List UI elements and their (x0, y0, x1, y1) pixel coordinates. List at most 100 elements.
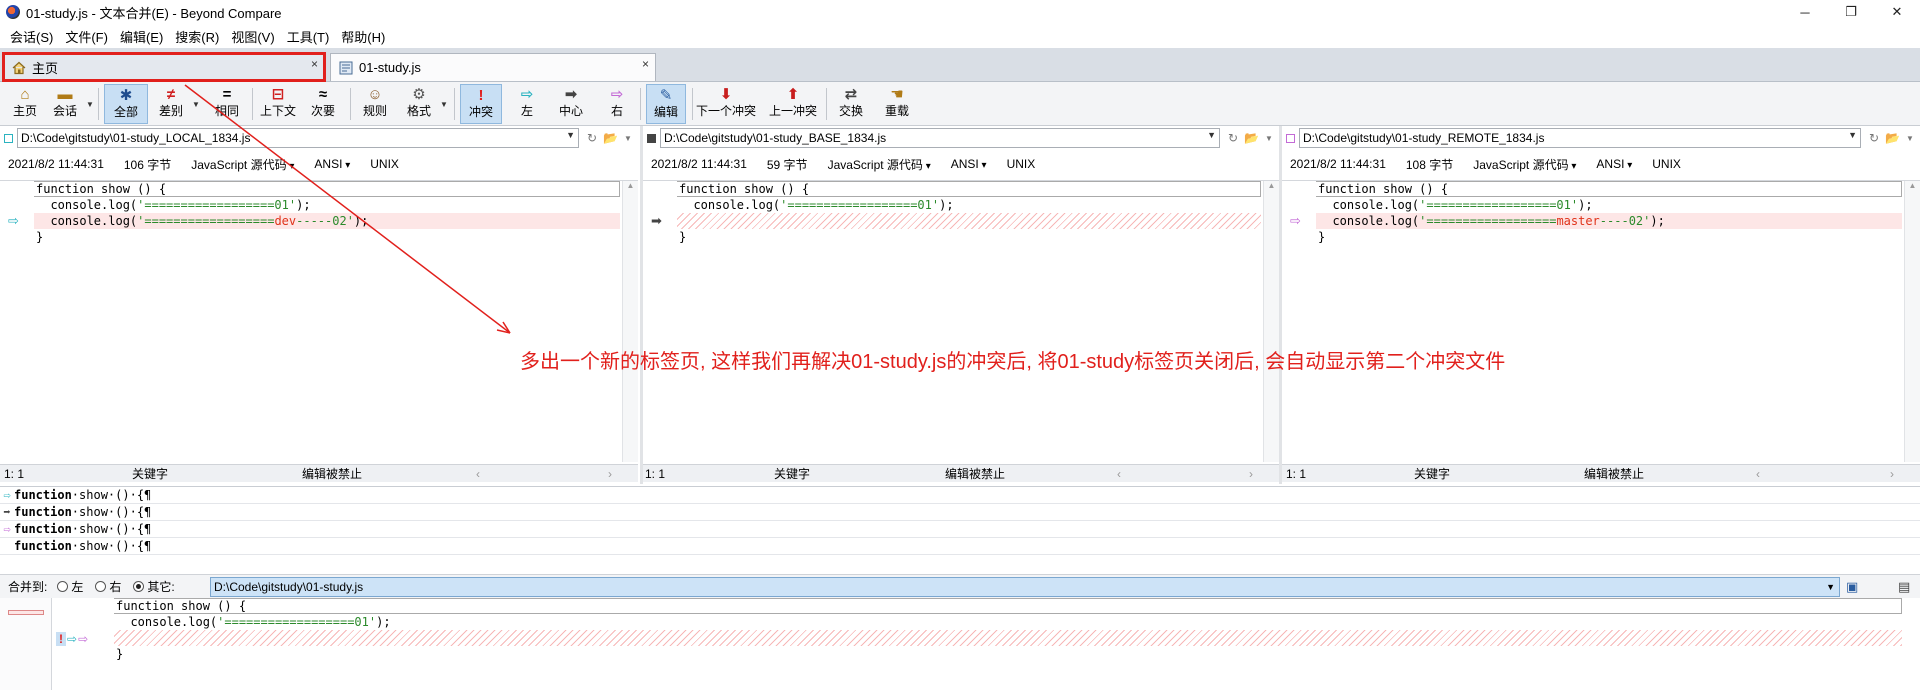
base-info-row: 2021/8/2 11:44:31 59 字节 JavaScript 源代码 A… (643, 154, 1279, 174)
take-left-small-icon[interactable]: ⇨ (67, 632, 77, 646)
minor-button[interactable]: ≈ 次要 (306, 84, 340, 124)
tab-home[interactable]: 主页 × (2, 52, 326, 82)
recent-icon[interactable]: ↻ (1228, 131, 1238, 145)
encoding-select[interactable]: ANSI (951, 157, 987, 171)
open-folder-icon[interactable]: 📂 (1885, 131, 1900, 145)
menu-edit[interactable]: 编辑(E) (114, 27, 169, 46)
conflict-actions: ! ⇨ ⇨ (56, 632, 88, 646)
minimize-button[interactable]: ─ (1782, 0, 1828, 24)
vertical-scrollbar[interactable]: ▲ (1904, 181, 1920, 462)
menu-search[interactable]: 搜索(R) (169, 27, 225, 46)
path-dropdown-icon[interactable]: ▼ (566, 130, 575, 140)
format-select[interactable]: JavaScript 源代码 (828, 156, 931, 173)
filter-diffs-button[interactable]: ≠ 差别 (154, 84, 188, 124)
scroll-right-icon[interactable]: › (1249, 467, 1253, 481)
overview-line-remote[interactable]: ⇨ function ·show·()·{¶ (0, 521, 1920, 538)
menu-view[interactable]: 视图(V) (225, 27, 280, 46)
merge-right-radio[interactable]: 右 (95, 578, 121, 595)
menu-help[interactable]: 帮助(H) (335, 27, 391, 46)
filter-all-button[interactable]: ✱ 全部 (104, 84, 148, 124)
conflict-exclamation-icon[interactable]: ! (56, 632, 66, 646)
take-right-button[interactable]: ⇨ 右 (600, 84, 634, 124)
filter-same-button[interactable]: = 相同 (210, 84, 244, 124)
take-right-small-icon[interactable]: ⇨ (78, 632, 88, 646)
overview-line-local[interactable]: ⇨ function ·show·()·{¶ (0, 487, 1920, 504)
vertical-scrollbar[interactable]: ▲ (622, 181, 638, 462)
context-button[interactable]: ⊟ 上下文 (258, 84, 298, 124)
menu-session[interactable]: 会话(S) (4, 27, 59, 46)
local-info-row: 2021/8/2 11:44:31 106 字节 JavaScript 源代码 … (0, 154, 638, 174)
close-window-button[interactable]: ✕ (1874, 0, 1920, 24)
edit-button[interactable]: ✎ 编辑 (646, 84, 686, 124)
remote-info-row: 2021/8/2 11:44:31 108 字节 JavaScript 源代码 … (1282, 154, 1920, 174)
merge-left-radio[interactable]: 左 (57, 578, 83, 595)
recent-icon[interactable]: ↻ (587, 131, 597, 145)
merge-path-input[interactable]: D:\Code\gitstudy\01-study.js ▼ (210, 577, 1840, 597)
tab-home-close-icon[interactable]: × (311, 57, 318, 71)
format-select[interactable]: JavaScript 源代码 (1473, 156, 1576, 173)
local-path-input[interactable]: D:\Code\gitstudy\01-study_LOCAL_1834.js … (17, 128, 579, 148)
base-code-view[interactable]: ➡ function show () { console.log('======… (643, 180, 1279, 462)
scroll-right-icon[interactable]: › (608, 467, 612, 481)
take-left-arrow-icon[interactable]: ⇨ (8, 213, 22, 229)
overview-line-base[interactable]: ➡ function ·show·()·{¶ (0, 504, 1920, 521)
merge-output-view[interactable]: ! ⇨ ⇨ function show () { console.log('==… (0, 598, 1920, 690)
merge-other-radio[interactable]: 其它: (133, 578, 175, 595)
code-line-missing (677, 213, 1261, 229)
arrow-down-red-icon: ⬇ (719, 86, 733, 103)
open-folder-icon[interactable]: 📂 (1244, 131, 1259, 145)
remote-path-input[interactable]: D:\Code\gitstudy\01-study_REMOTE_1834.js… (1299, 128, 1861, 148)
tab-01-study[interactable]: 01-study.js × (330, 53, 656, 81)
open-dropdown-icon[interactable]: ▼ (624, 134, 632, 143)
equal-icon: = (222, 85, 232, 103)
merge-to-label: 合并到: (8, 580, 48, 594)
vertical-scrollbar[interactable]: ▲ (1263, 181, 1279, 462)
path-dropdown-icon[interactable]: ▼ (1848, 130, 1857, 140)
format-button[interactable]: ⚙ 格式 (402, 84, 436, 124)
scroll-left-icon[interactable]: ‹ (1117, 467, 1121, 481)
format-select[interactable]: JavaScript 源代码 (191, 156, 294, 173)
local-code-view[interactable]: ⇨ function show () { console.log('======… (0, 180, 638, 462)
recent-icon[interactable]: ↻ (1869, 131, 1879, 145)
layout-icon[interactable]: ▤ (1898, 579, 1910, 595)
next-conflict-button[interactable]: ⬇ 下一个冲突 (696, 84, 756, 124)
conflicts-button[interactable]: ! 冲突 (460, 84, 502, 124)
base-status-bar: 1: 1 关键字 编辑被禁止 ‹ › (643, 464, 1279, 482)
diffs-dropdown-icon[interactable]: ▼ (192, 100, 200, 109)
path-dropdown-icon[interactable]: ▼ (1207, 130, 1216, 140)
swap-button[interactable]: ⇄ 交换 (834, 84, 868, 124)
reload-button[interactable]: ☚ 重载 (880, 84, 914, 124)
take-center-arrow-icon[interactable]: ➡ (651, 213, 665, 229)
home-button[interactable]: ⌂ 主页 (8, 84, 42, 124)
session-button[interactable]: ▬ 会话 (48, 84, 82, 124)
eol-label: UNIX (1006, 157, 1036, 171)
open-folder-icon[interactable]: 📂 (603, 131, 618, 145)
home-icon (12, 61, 26, 74)
encoding-select[interactable]: ANSI (1596, 157, 1632, 171)
encoding-select[interactable]: ANSI (314, 157, 350, 171)
scroll-left-icon[interactable]: ‹ (1756, 467, 1760, 481)
menu-file[interactable]: 文件(F) (59, 27, 114, 46)
save-icon[interactable]: ▣ (1846, 579, 1858, 595)
open-dropdown-icon[interactable]: ▼ (1265, 134, 1273, 143)
take-left-button[interactable]: ⇨ 左 (510, 84, 544, 124)
take-center-button[interactable]: ➡ 中心 (552, 84, 590, 124)
prev-conflict-button[interactable]: ⬆ 上一冲突 (768, 84, 818, 124)
rules-button[interactable]: ☺ 规则 (358, 84, 392, 124)
base-path-input[interactable]: D:\Code\gitstudy\01-study_BASE_1834.js ▼ (660, 128, 1220, 148)
tab-bar: 主页 × 01-study.js × (0, 48, 1920, 82)
overview-line-output[interactable]: function ·show·()·{¶ (0, 538, 1920, 555)
format-dropdown-icon[interactable]: ▼ (440, 100, 448, 109)
session-dropdown-icon[interactable]: ▼ (86, 100, 94, 109)
scroll-right-icon[interactable]: › (1890, 467, 1894, 481)
remote-code-view[interactable]: ⇨ function show () { console.log('======… (1282, 180, 1920, 462)
merge-path-dropdown-icon[interactable]: ▼ (1826, 582, 1835, 592)
menu-tools[interactable]: 工具(T) (281, 27, 336, 46)
take-right-arrow-icon[interactable]: ⇨ (1290, 213, 1304, 229)
not-equal-icon: ≠ (166, 85, 176, 103)
tab-01-study-close-icon[interactable]: × (642, 57, 649, 71)
output-line-conflict (114, 630, 1902, 646)
maximize-button[interactable]: ❐ (1828, 0, 1874, 24)
open-dropdown-icon[interactable]: ▼ (1906, 134, 1914, 143)
scroll-left-icon[interactable]: ‹ (476, 467, 480, 481)
